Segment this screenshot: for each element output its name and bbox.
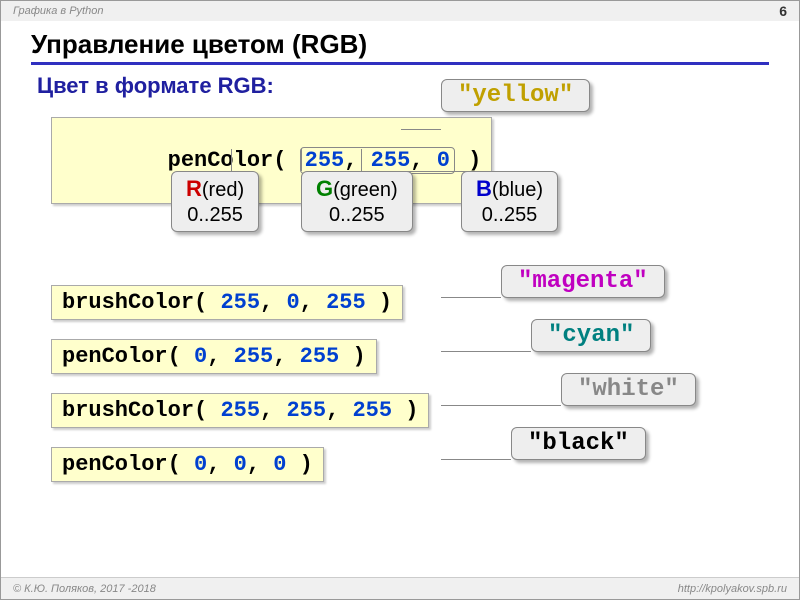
g-word: (green) — [333, 179, 397, 201]
component-g: G(green) 0..255 — [301, 171, 413, 232]
footer-url: http://kpolyakov.spb.ru — [678, 583, 787, 595]
code-row-2: brushColor( 255, 255, 255 ) — [51, 393, 429, 428]
breadcrumb: Графика в Python — [13, 5, 103, 17]
r-word: (red) — [202, 179, 244, 201]
g-letter: G — [316, 176, 333, 201]
g-range: 0..255 — [316, 204, 398, 227]
code-row-0: brushColor( 255, 0, 255 ) — [51, 285, 403, 320]
color-name-0: "magenta" — [501, 265, 665, 298]
code-row-1: penColor( 0, 255, 255 ) — [51, 339, 377, 374]
b-range: 0..255 — [476, 204, 543, 227]
color-name-2: "white" — [561, 373, 696, 406]
code-row-3: penColor( 0, 0, 0 ) — [51, 447, 324, 482]
slide: Графика в Python 6 Управление цветом (RG… — [0, 0, 800, 600]
r-letter: R — [186, 176, 202, 201]
slide-title: Управление цветом (RGB) — [31, 29, 769, 65]
color-name-1: "cyan" — [531, 319, 651, 352]
page-number: 6 — [779, 3, 787, 19]
footer-bar: © К.Ю. Поляков, 2017 -2018 http://kpolya… — [1, 577, 799, 599]
component-r: R(red) 0..255 — [171, 171, 259, 232]
component-b: B(blue) 0..255 — [461, 171, 558, 232]
color-name-yellow: "yellow" — [441, 79, 590, 112]
header-bar: Графика в Python 6 — [1, 1, 799, 21]
content-area: penColor( 255, 255, 0 ) "yellow" R(red) … — [41, 107, 799, 489]
footer-copyright: © К.Ю. Поляков, 2017 -2018 — [13, 583, 156, 595]
b-letter: B — [476, 176, 492, 201]
slide-subtitle: Цвет в формате RGB: — [37, 73, 799, 99]
color-name-3: "black" — [511, 427, 646, 460]
b-word: (blue) — [492, 179, 543, 201]
r-range: 0..255 — [186, 204, 244, 227]
